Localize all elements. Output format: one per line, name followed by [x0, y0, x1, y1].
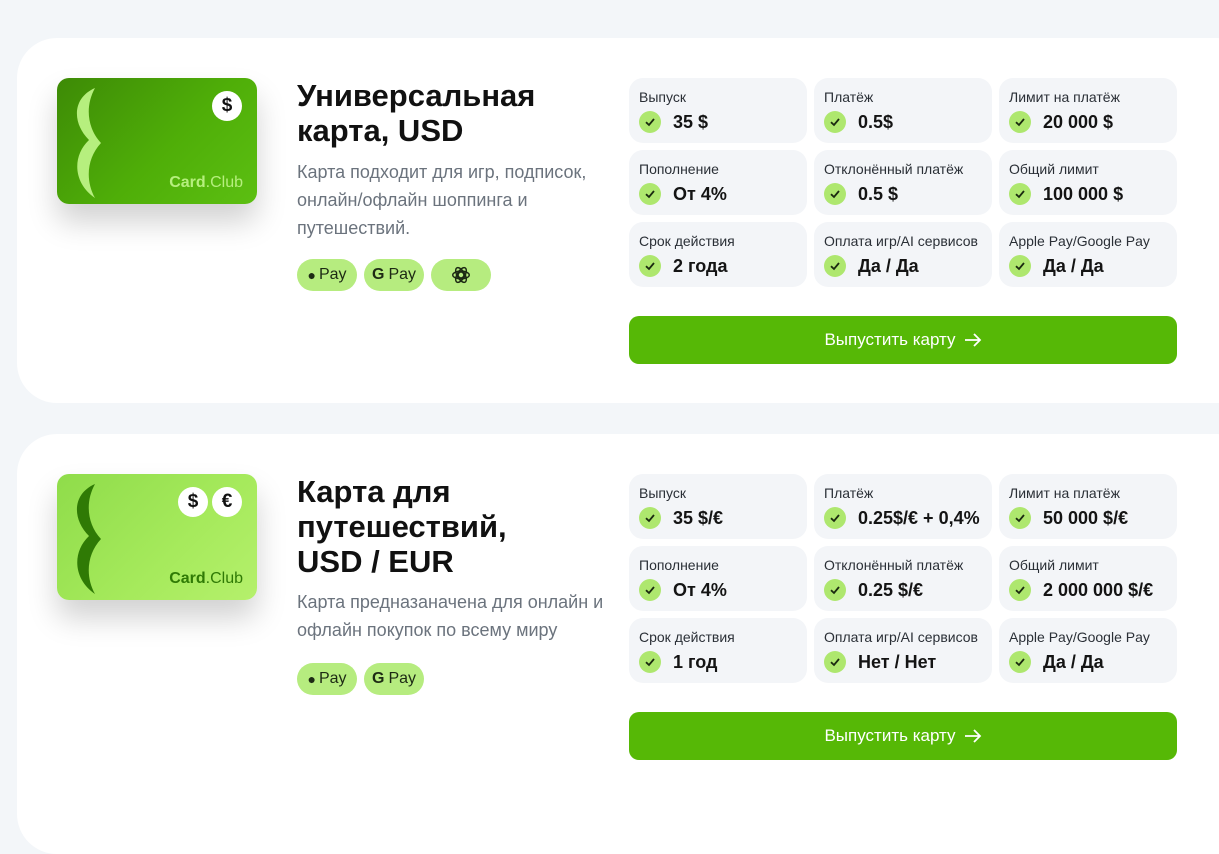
spec-total-limit: Общий лимит 100 000 $ [999, 150, 1177, 215]
check-icon [639, 111, 661, 133]
check-icon [639, 651, 661, 673]
spec-topup: Пополнение От 4% [629, 150, 807, 215]
mustache-logo-icon [76, 88, 101, 198]
product-panel-universal: $ Card.Club Универсальная карта, USD Кар… [17, 38, 1219, 403]
specs-grid: Выпуск 35 $ Платёж 0.5$ Лимит на платёж 20 … [629, 78, 1177, 287]
check-icon [639, 255, 661, 277]
spec-games-ai: Оплата игр/AI сервисов Нет / Нет [814, 618, 992, 683]
check-icon [824, 255, 846, 277]
euro-icon: € [212, 487, 242, 517]
spec-issue: Выпуск 35 $/€ [629, 474, 807, 539]
spec-total-limit: Общий лимит 2 000 000 $/€ [999, 546, 1177, 611]
card-image: $ € Card.Club [57, 474, 257, 600]
apple-icon: ● [307, 267, 316, 283]
check-icon [824, 579, 846, 601]
payment-badges: ● Pay G Pay [297, 663, 424, 695]
arrow-right-icon [964, 333, 981, 347]
specs-grid: Выпуск 35 $/€ Платёж 0.25$/€ + 0,4% Лимит … [629, 474, 1177, 683]
openai-badge [431, 259, 491, 291]
spec-topup: Пополнение От 4% [629, 546, 807, 611]
product-title: Карта для путешествий, USD / EUR [297, 474, 507, 579]
card-brand: Card.Club [169, 570, 243, 587]
spec-games-ai: Оплата игр/AI сервисов Да / Да [814, 222, 992, 287]
google-pay-badge: G Pay [364, 259, 424, 291]
check-icon [1009, 111, 1031, 133]
product-panel-travel: $ € Card.Club Карта для путешествий, USD… [17, 434, 1219, 854]
check-icon [1009, 183, 1031, 205]
product-description: Карта предназаначена для онлайн и офлайн… [297, 592, 604, 640]
product-title: Универсальная карта, USD [297, 78, 536, 148]
mustache-logo-icon [76, 484, 101, 594]
card-image: $ Card.Club [57, 78, 257, 204]
apple-pay-badge: ● Pay [297, 663, 357, 695]
google-icon: G [371, 670, 385, 687]
openai-icon [452, 266, 470, 284]
card-brand: Card.Club [169, 174, 243, 191]
spec-apple-google-pay: Apple Pay/Google Pay Да / Да [999, 222, 1177, 287]
check-icon [824, 111, 846, 133]
google-pay-badge: G Pay [364, 663, 424, 695]
check-icon [639, 507, 661, 529]
spec-apple-google-pay: Apple Pay/Google Pay Да / Да [999, 618, 1177, 683]
google-icon: G [371, 266, 385, 283]
issue-card-button[interactable]: Выпустить карту [629, 316, 1177, 364]
check-icon [1009, 651, 1031, 673]
check-icon [1009, 507, 1031, 529]
spec-declined-payment: Отклонённый платёж 0.5 $ [814, 150, 992, 215]
check-icon [824, 183, 846, 205]
check-icon [1009, 579, 1031, 601]
spec-payment: Платёж 0.5$ [814, 78, 992, 143]
issue-card-button[interactable]: Выпустить карту [629, 712, 1177, 760]
dollar-icon: $ [178, 487, 208, 517]
spec-declined-payment: Отклонённый платёж 0.25 $/€ [814, 546, 992, 611]
check-icon [639, 579, 661, 601]
spec-payment: Платёж 0.25$/€ + 0,4% [814, 474, 992, 539]
spec-payment-limit: Лимит на платёж 50 000 $/€ [999, 474, 1177, 539]
check-icon [639, 183, 661, 205]
spec-issue: Выпуск 35 $ [629, 78, 807, 143]
dollar-icon: $ [212, 91, 242, 121]
check-icon [824, 651, 846, 673]
product-description: Карта подходит для игр, подписок, онлайн… [297, 162, 587, 238]
payment-badges: ● Pay G Pay [297, 259, 491, 291]
spec-validity: Срок действия 1 год [629, 618, 807, 683]
apple-pay-badge: ● Pay [297, 259, 357, 291]
check-icon [824, 507, 846, 529]
spec-validity: Срок действия 2 года [629, 222, 807, 287]
arrow-right-icon [964, 729, 981, 743]
apple-icon: ● [307, 671, 316, 687]
spec-payment-limit: Лимит на платёж 20 000 $ [999, 78, 1177, 143]
check-icon [1009, 255, 1031, 277]
